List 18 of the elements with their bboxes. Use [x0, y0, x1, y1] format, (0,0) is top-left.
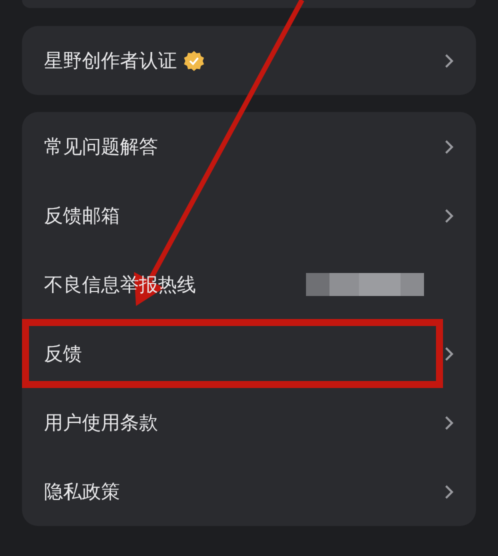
- item-label: 常见问题解答: [44, 134, 158, 160]
- item-label: 反馈邮箱: [44, 204, 120, 228]
- item-label: 反馈: [44, 342, 82, 366]
- item-label: 星野创作者认证: [44, 48, 177, 74]
- item-label: 隐私政策: [44, 480, 120, 504]
- chevron-right-icon: [444, 208, 454, 224]
- chevron-right-icon: [444, 52, 454, 68]
- settings-item[interactable]: 常见问题解答: [22, 112, 476, 181]
- chevron-right-icon: [444, 138, 454, 154]
- settings-item[interactable]: 用户使用条款: [22, 388, 476, 457]
- chevron-right-icon: [444, 414, 454, 430]
- chevron-right-icon: [444, 346, 454, 362]
- settings-item[interactable]: 星野创作者认证: [22, 26, 476, 95]
- item-label: 用户使用条款: [44, 410, 158, 436]
- settings-item[interactable]: 反馈: [22, 319, 476, 388]
- chevron-right-icon: [444, 484, 454, 500]
- settings-item[interactable]: 隐私政策: [22, 457, 476, 526]
- settings-item[interactable]: 反馈邮箱: [22, 181, 476, 250]
